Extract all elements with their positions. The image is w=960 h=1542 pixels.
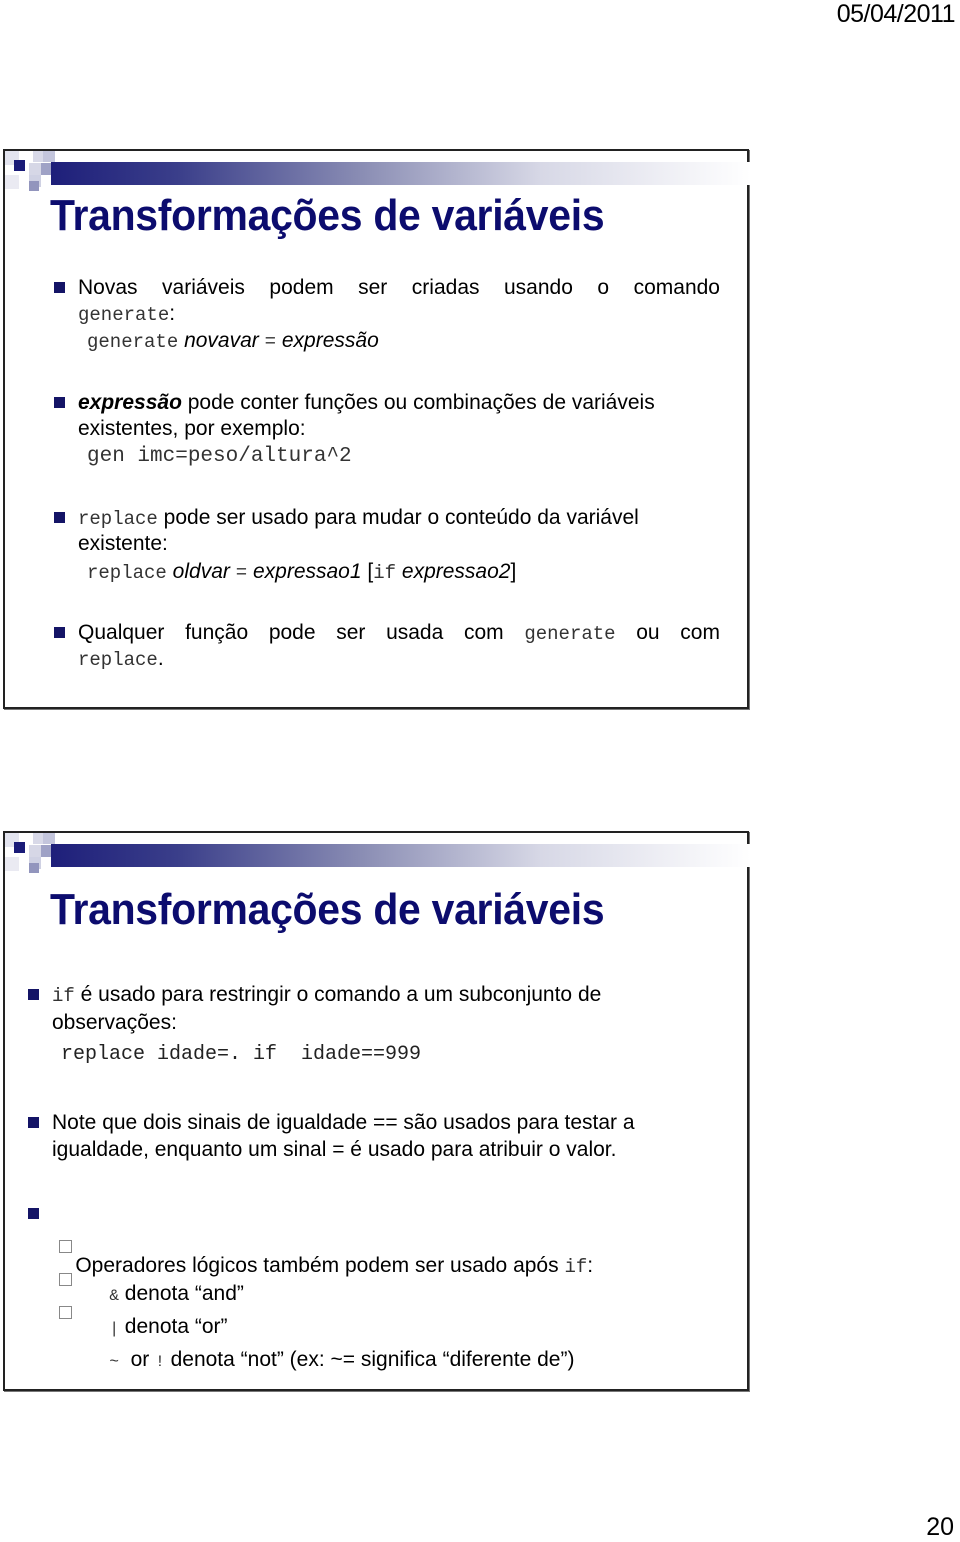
bullet-text-continuation: generate: <box>78 301 175 328</box>
punctuation: : <box>169 302 176 325</box>
code-argument: novavar <box>184 329 259 352</box>
code-operator: ! <box>155 1353 165 1371</box>
date-header: 05/04/2011 <box>836 0 956 28</box>
square-bullet-icon <box>54 512 65 523</box>
bullet-text: observações: <box>52 1011 177 1034</box>
square-bullet-icon <box>28 1208 39 1219</box>
square-bullet-icon <box>54 627 65 638</box>
code-keyword: generate <box>87 331 179 353</box>
punctuation: . <box>157 647 164 670</box>
bullet-text-continuation: igualdade, enquanto um sinal = é usado p… <box>52 1137 616 1163</box>
bullet-item: replace pode ser usado para mudar o cont… <box>54 505 728 532</box>
bullet-item: Note que dois sinais de igualdade == são… <box>28 1110 732 1136</box>
hollow-square-bullet-icon <box>59 1240 72 1253</box>
hollow-square-bullet-icon <box>59 1306 72 1319</box>
code-keyword: replace <box>78 649 158 671</box>
bullet-text: ou com <box>636 621 720 644</box>
code-operator: = <box>235 562 248 584</box>
code-keyword: if <box>373 562 397 584</box>
code-keyword: if <box>564 1256 588 1278</box>
code-keyword: generate <box>78 304 170 326</box>
bullet-text: Novas variáveis podem ser criadas usando… <box>78 276 720 299</box>
square-bullet-icon <box>28 1117 39 1128</box>
code-argument: oldvar <box>172 560 230 583</box>
code-argument: expressão <box>281 329 379 352</box>
page-number: 20 <box>926 1513 954 1541</box>
code-keyword: replace <box>87 562 167 584</box>
slide-1: Transformações de variáveis Novas variáv… <box>3 149 751 709</box>
square-bullet-icon <box>54 282 65 293</box>
sub-item-text: or <box>118 1348 156 1371</box>
code-keyword: replace <box>78 508 158 530</box>
bullet-text: pode conter funções ou combinações de va… <box>181 391 655 414</box>
bullet-text: Note que dois sinais de igualdade == são… <box>52 1111 635 1134</box>
bullet-item: if é usado para restringir o comando a u… <box>28 982 732 1009</box>
bullet-item: Qualquer função pode ser usada com gener… <box>54 620 720 647</box>
sub-list-item: ~ or ! denota “not” (ex: ~= significa “d… <box>59 1300 575 1396</box>
bullet-text: igualdade, enquanto um sinal = é usado p… <box>52 1138 617 1161</box>
code-operator: = <box>264 331 277 353</box>
bullet-text-continuation: existente: <box>78 531 168 557</box>
bullet-item: expressão pode conter funções ou combina… <box>54 390 728 416</box>
slide-title: Transformações de variáveis <box>50 191 605 240</box>
code-argument: expressao1 <box>252 560 362 583</box>
code-operator: ~ <box>109 1353 119 1371</box>
bracket: ] <box>510 560 517 583</box>
code-example: replace oldvar = expressao1 [if expressa… <box>87 560 516 584</box>
code-example: generate novavar = expressão <box>87 329 379 353</box>
slide-title: Transformações de variáveis <box>50 885 605 934</box>
code-argument: expressao2 <box>401 560 511 583</box>
code-keyword: generate <box>524 623 616 645</box>
code-example: replace idade=. if idade==999 <box>61 1043 422 1066</box>
code-keyword: if <box>52 985 75 1007</box>
square-bullet-icon <box>54 397 65 408</box>
bullet-text-continuation: observações: <box>52 1010 177 1036</box>
punctuation: : <box>587 1254 594 1277</box>
bullet-text: Qualquer função pode ser usada com <box>78 621 504 644</box>
bullet-text-continuation: existentes, por exemplo: <box>78 416 306 442</box>
bullet-text: existente: <box>78 532 168 555</box>
emphasis-text: expressão <box>78 391 182 414</box>
bullet-text: é usado para restringir o comando a um s… <box>74 983 602 1006</box>
bullet-text: existentes, por exemplo: <box>78 417 306 440</box>
hollow-square-bullet-icon <box>59 1273 72 1286</box>
slide-2: Transformações de variáveis if é usado p… <box>3 831 751 1391</box>
code-example: gen imc=peso/altura^2 <box>87 445 352 468</box>
square-bullet-icon <box>28 989 39 1000</box>
bullet-text: pode ser usado para mudar o conteúdo da … <box>157 506 639 529</box>
bullet-item: Novas variáveis podem ser criadas usando… <box>54 275 720 301</box>
sub-item-text: denota “not” (ex: ~= significa “diferent… <box>164 1348 575 1371</box>
bullet-text-continuation: replace. <box>78 646 164 673</box>
slide-header-decoration <box>5 833 751 883</box>
